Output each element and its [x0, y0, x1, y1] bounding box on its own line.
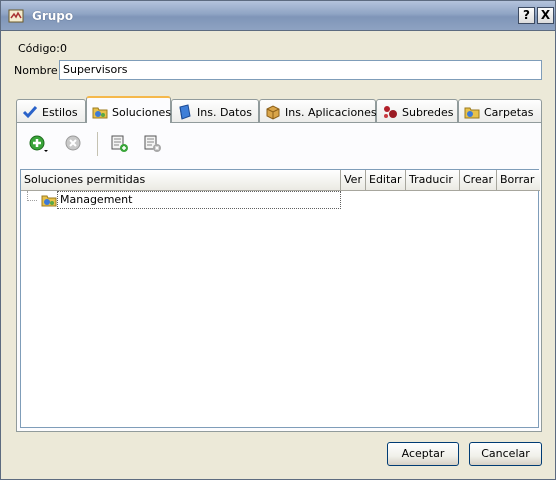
add-icon: [29, 135, 48, 152]
tab-ins-aplicaciones[interactable]: Ins. Aplicaciones: [259, 99, 377, 122]
solution-folder-icon: [41, 192, 57, 208]
checkmark-icon: [22, 104, 38, 120]
tree-connector: [27, 191, 37, 201]
column-header[interactable]: Ver: [341, 170, 366, 191]
package-icon: [265, 104, 281, 120]
accept-button[interactable]: Aceptar: [387, 442, 459, 466]
help-button[interactable]: ?: [518, 7, 535, 24]
title-bar[interactable]: Grupo ? X: [1, 1, 555, 31]
codigo-value: 0: [60, 42, 67, 55]
tab-estilos[interactable]: Estilos: [16, 99, 86, 122]
toolbar: [23, 130, 535, 156]
soluciones-panel: Soluciones permitidas Ver Editar Traduci…: [16, 122, 542, 432]
tab-label: Soluciones: [112, 106, 172, 119]
column-header[interactable]: Editar: [366, 170, 406, 191]
codigo-label: Código:: [18, 42, 60, 55]
tab-subredes[interactable]: Subredes: [376, 99, 458, 122]
tab-label: Estilos: [42, 106, 78, 119]
column-header[interactable]: Traducir: [406, 170, 460, 191]
column-header[interactable]: Crear: [460, 170, 497, 191]
remove-button[interactable]: [61, 132, 85, 154]
solutions-icon: [92, 104, 108, 120]
tab-label: Ins. Datos: [197, 106, 252, 119]
solutions-table[interactable]: Soluciones permitidas Ver Editar Traduci…: [20, 169, 540, 428]
tab-label: Subredes: [402, 106, 454, 119]
toolbar-separator: [97, 132, 98, 156]
cancel-button[interactable]: Cancelar: [469, 442, 542, 466]
grupo-dialog: Grupo ? X Código: 0 Nombre: Supervisors …: [0, 0, 556, 480]
add-item-icon: [111, 135, 128, 152]
window-title: Grupo: [32, 9, 74, 23]
column-header[interactable]: Soluciones permitidas: [21, 170, 341, 191]
tab-soluciones[interactable]: Soluciones: [86, 96, 171, 123]
remove-item-icon: [144, 135, 161, 152]
tree-item-label[interactable]: Management: [57, 191, 341, 209]
app-icon: [8, 8, 24, 24]
tab-carpetas[interactable]: Carpetas: [458, 99, 542, 122]
add-button[interactable]: [25, 132, 49, 154]
tab-label: Carpetas: [484, 106, 534, 119]
column-header[interactable]: Borrar: [497, 170, 540, 191]
nombre-label: Nombre:: [14, 64, 62, 77]
add-item-button[interactable]: [107, 132, 131, 154]
tab-label: Ins. Aplicaciones: [285, 106, 377, 119]
tab-strip: Estilos Soluciones Ins. Datos Ins. Aplic…: [16, 96, 542, 123]
table-row[interactable]: Management: [21, 191, 540, 209]
tab-ins-datos[interactable]: Ins. Datos: [171, 99, 259, 122]
remove-icon: [65, 135, 81, 151]
nombre-field[interactable]: Supervisors: [59, 60, 542, 80]
network-icon: [382, 104, 398, 120]
remove-item-button[interactable]: [140, 132, 164, 154]
close-button[interactable]: X: [537, 7, 554, 24]
folder-icon: [464, 104, 480, 120]
data-book-icon: [177, 104, 193, 120]
